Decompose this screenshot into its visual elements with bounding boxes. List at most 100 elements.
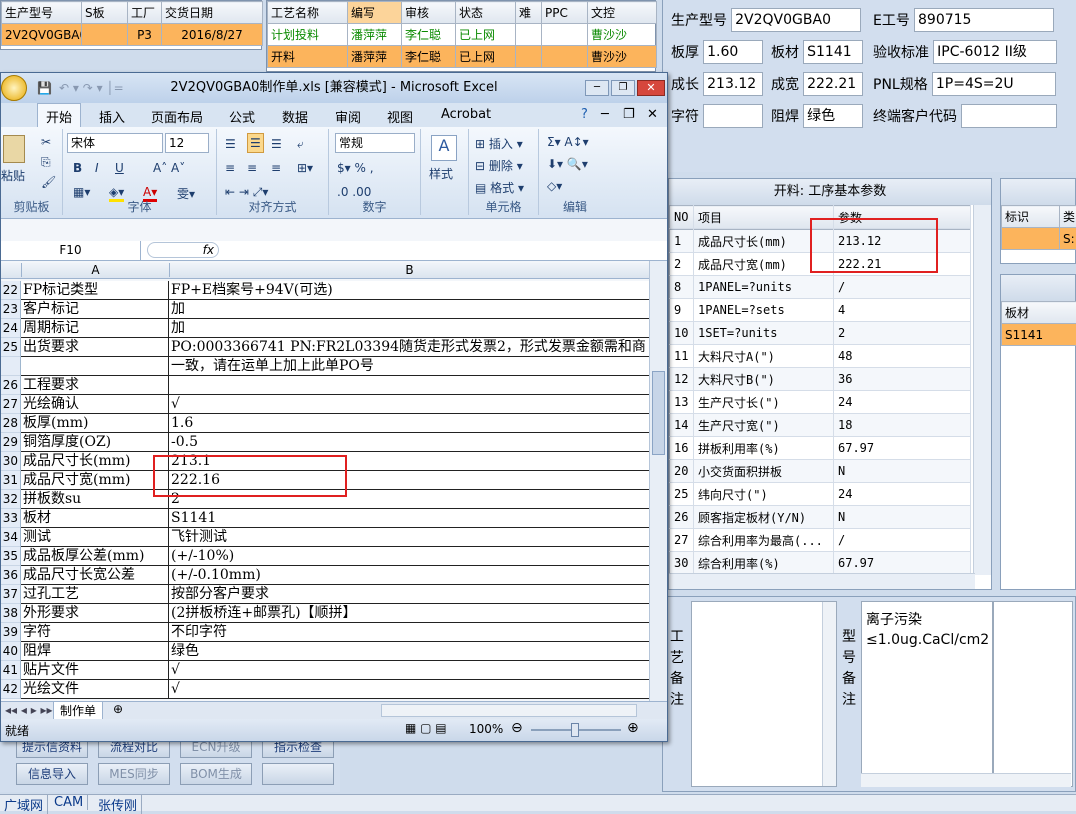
- align-middle-icon[interactable]: ☰: [247, 133, 264, 153]
- param-value[interactable]: 24: [834, 483, 971, 506]
- param-no[interactable]: 8: [670, 276, 694, 299]
- eng-no-field[interactable]: 890715: [914, 8, 1054, 32]
- cell-b[interactable]: 按部分客户要求: [169, 585, 649, 604]
- param-item[interactable]: 大料尺寸A("): [694, 345, 834, 368]
- italic-icon[interactable]: I: [95, 161, 99, 175]
- param-no[interactable]: 1: [670, 230, 694, 253]
- font-name-select[interactable]: 宋体: [67, 133, 163, 153]
- param-scrollbar[interactable]: [973, 205, 991, 575]
- row-header[interactable]: [1, 357, 21, 376]
- table-row[interactable]: 16拼板利用率(%)67.97: [670, 437, 971, 460]
- table-row[interactable]: 81PANEL=?units/: [670, 276, 971, 299]
- char-field[interactable]: [703, 104, 763, 128]
- zoom-out-icon[interactable]: ⊖: [511, 720, 523, 736]
- param-hscrollbar[interactable]: [669, 573, 975, 589]
- fx-icon[interactable]: fx: [147, 242, 219, 258]
- prod-model-field[interactable]: 2V2QV0GBA0: [731, 8, 861, 32]
- param-value[interactable]: 18: [834, 414, 971, 437]
- table-row[interactable]: 38外形要求(2拼板桥连+邮票孔)【顺拼】: [1, 604, 649, 623]
- cell[interactable]: [542, 24, 588, 46]
- param-no[interactable]: 11: [670, 345, 694, 368]
- cell[interactable]: 计划投料: [268, 24, 348, 46]
- table-row[interactable]: 计划投料 潘萍萍 李仁聪 已上网 曹沙沙: [268, 24, 657, 46]
- param-no[interactable]: 20: [670, 460, 694, 483]
- tab-review[interactable]: 审阅: [335, 107, 361, 126]
- row-header[interactable]: 37: [1, 585, 21, 604]
- cell-a[interactable]: 光绘确认: [21, 395, 169, 414]
- maximize-button[interactable]: ❐: [611, 80, 635, 96]
- sum-icon[interactable]: Σ▾ A↕▾: [547, 135, 589, 149]
- cell-b[interactable]: [169, 376, 649, 395]
- param-no[interactable]: 13: [670, 391, 694, 414]
- table-row[interactable]: 24周期标记加: [1, 319, 649, 338]
- param-item[interactable]: 综合利用率(%): [694, 552, 834, 575]
- col-header[interactable]: 文控: [588, 2, 657, 24]
- cell-b[interactable]: 一致，请在运单上加上此单PO号: [169, 357, 649, 376]
- cell-a[interactable]: 板厚(mm): [21, 414, 169, 433]
- col-header[interactable]: S板: [82, 2, 128, 24]
- cell-b[interactable]: 加: [169, 300, 649, 319]
- cell-b[interactable]: PO:0003366741 PN:FR2L03394随货走形式发票2，形式发票金…: [169, 338, 649, 357]
- col-header[interactable]: 难: [516, 2, 542, 24]
- tab-acrobat[interactable]: Acrobat: [441, 107, 491, 122]
- param-value[interactable]: 36: [834, 368, 971, 391]
- table-row[interactable]: 91PANEL=?sets4: [670, 299, 971, 322]
- tab-nav-icon[interactable]: ◂◂ ◂ ▸ ▸▸: [5, 703, 53, 717]
- vertical-scrollbar[interactable]: [649, 261, 667, 701]
- table-row[interactable]: 14生产尺寸宽(")18: [670, 414, 971, 437]
- param-value[interactable]: 24: [834, 391, 971, 414]
- param-item[interactable]: 拼板利用率(%): [694, 437, 834, 460]
- param-item[interactable]: 顾客指定板材(Y/N): [694, 506, 834, 529]
- row-header[interactable]: 29: [1, 433, 21, 452]
- cell[interactable]: 已上网: [456, 24, 516, 46]
- cell-a[interactable]: 外形要求: [21, 604, 169, 623]
- row-header[interactable]: 40: [1, 642, 21, 661]
- model-note-text[interactable]: 离子污染 ≤1.0ug.CaCl/cm2: [861, 601, 993, 787]
- import-button[interactable]: 信息导入: [16, 763, 88, 785]
- col-header[interactable]: 交货日期: [162, 2, 263, 24]
- std-field[interactable]: IPC-6012 II级: [933, 40, 1057, 64]
- cell[interactable]: 2V2QV0GBA0: [2, 24, 82, 46]
- param-no[interactable]: 2: [670, 253, 694, 276]
- table-row[interactable]: 25出货要求PO:0003366741 PN:FR2L03394随货走形式发票2…: [1, 338, 649, 357]
- table-row[interactable]: 26顾客指定板材(Y/N)N: [670, 506, 971, 529]
- row-header[interactable]: 26: [1, 376, 21, 395]
- col-header[interactable]: 生产型号: [2, 2, 82, 24]
- align-center-icon[interactable]: ≡: [247, 161, 257, 175]
- table-row[interactable]: 28板厚(mm)1.6: [1, 414, 649, 433]
- cell[interactable]: 曹沙沙: [588, 24, 657, 46]
- cell-a[interactable]: 光绘文件: [21, 680, 169, 699]
- param-no[interactable]: 9: [670, 299, 694, 322]
- decimal-icon[interactable]: .0 .00: [337, 185, 371, 199]
- styles-icon[interactable]: A: [431, 135, 457, 161]
- mes-sync-button[interactable]: MES同步: [98, 763, 170, 785]
- param-no[interactable]: 30: [670, 552, 694, 575]
- param-item[interactable]: 综合利用率为最高(...: [694, 529, 834, 552]
- cell-b[interactable]: (+/-0.10mm): [169, 566, 649, 585]
- copy-icon[interactable]: ⎘: [41, 155, 51, 170]
- save-icon[interactable]: 💾: [37, 73, 52, 103]
- font-size-select[interactable]: 12: [165, 133, 209, 153]
- cell[interactable]: 已上网: [456, 46, 516, 68]
- row-header[interactable]: 22: [1, 281, 21, 300]
- thickness-field[interactable]: 1.60: [703, 40, 763, 64]
- ribbon-min-icon[interactable]: ─: [601, 107, 609, 122]
- cell-a[interactable]: 客户标记: [21, 300, 169, 319]
- align-right-icon[interactable]: ≡: [271, 161, 281, 175]
- paste-icon[interactable]: [3, 135, 25, 163]
- col-header[interactable]: PPC: [542, 2, 588, 24]
- col-header[interactable]: 状态: [456, 2, 516, 24]
- cell-b[interactable]: -0.5: [169, 433, 649, 452]
- table-row[interactable]: 一致，请在运单上加上此单PO号: [1, 357, 649, 376]
- col-header[interactable]: 标识: [1002, 206, 1060, 228]
- table-row[interactable]: 2V2QV0GBA0 P3 2016/8/27: [2, 24, 263, 46]
- param-item[interactable]: 1PANEL=?units: [694, 276, 834, 299]
- cell-a[interactable]: 成品尺寸宽(mm): [21, 471, 169, 490]
- cell-a[interactable]: 板材: [21, 509, 169, 528]
- ribbon-restore-icon[interactable]: ❐: [623, 107, 635, 122]
- hscrollbar[interactable]: [861, 773, 1071, 787]
- cell[interactable]: [516, 24, 542, 46]
- param-no[interactable]: 12: [670, 368, 694, 391]
- param-item[interactable]: 纬向尺寸("): [694, 483, 834, 506]
- cell-b[interactable]: 1.6: [169, 414, 649, 433]
